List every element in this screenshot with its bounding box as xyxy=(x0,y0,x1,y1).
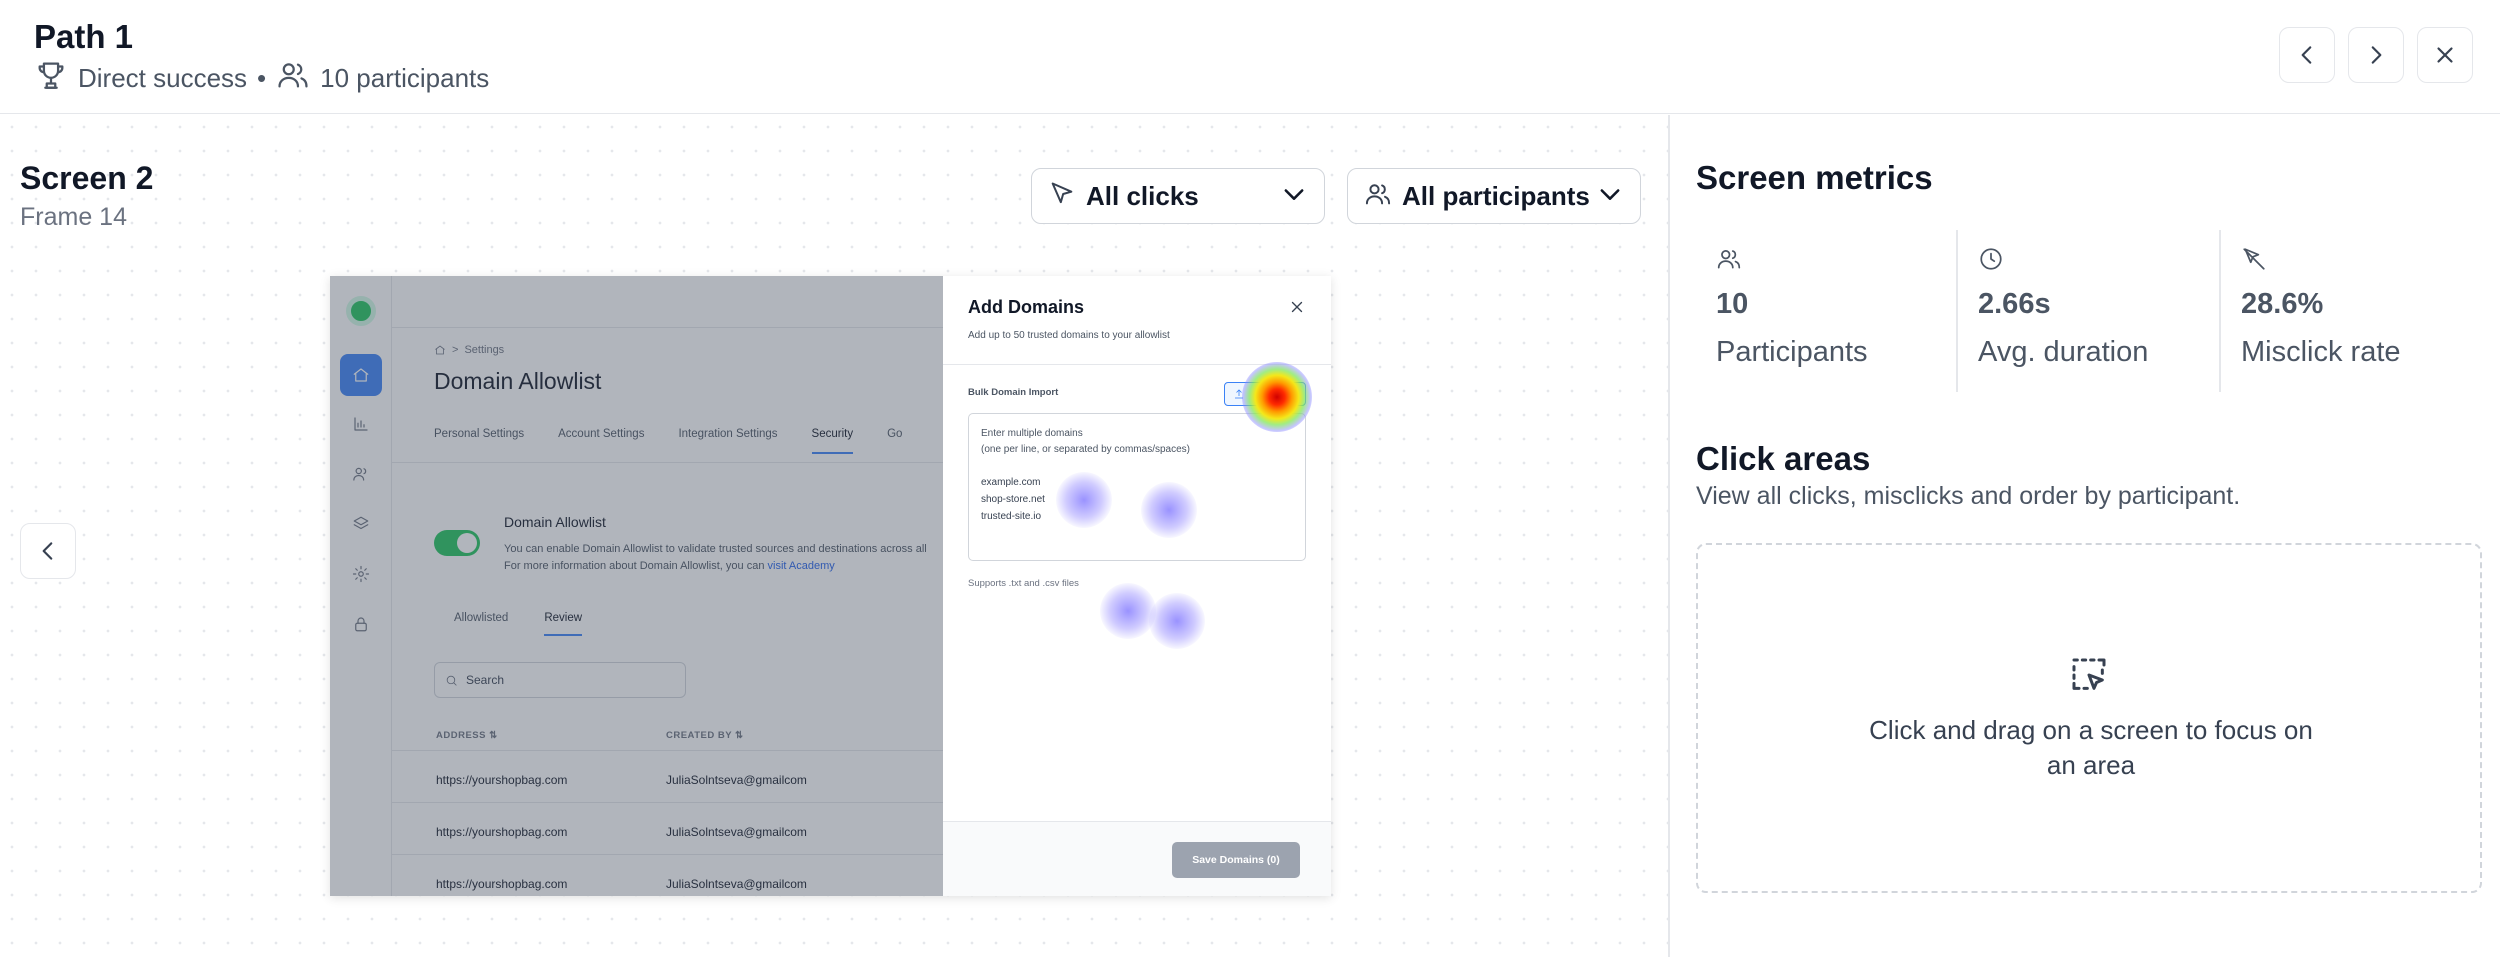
modal-divider xyxy=(943,364,1331,365)
dropzone-instructions: Click and drag on a screen to focus on a… xyxy=(1869,715,2313,780)
add-domains-modal: Add Domains Add up to 50 trusted domains… xyxy=(943,276,1331,896)
next-path-button[interactable] xyxy=(2348,27,2404,83)
metric-label: Participants xyxy=(1716,336,1868,368)
path-header: Path 1 Direct success • 10 participants xyxy=(0,0,2500,114)
chevron-left-icon xyxy=(42,542,53,560)
clicks-filter-dropdown[interactable]: All clicks xyxy=(1031,168,1325,224)
click-area-dropzone[interactable]: Click and drag on a screen to focus on a… xyxy=(1696,543,2482,893)
trophy-icon xyxy=(34,58,68,99)
example-domains: example.com shop-store.net trusted-site.… xyxy=(981,474,1293,525)
domains-textarea: Enter multiple domains (one per line, or… xyxy=(968,413,1306,561)
metric-label: Misclick rate xyxy=(2241,336,2401,368)
modal-subtitle: Add up to 50 trusted domains to your all… xyxy=(968,330,1170,341)
cursor-icon xyxy=(1048,180,1076,213)
path-participants: 10 participants xyxy=(320,63,490,93)
metric-label: Avg. duration xyxy=(1978,336,2149,368)
participants-filter-dropdown[interactable]: All participants xyxy=(1347,168,1641,224)
summary-separator: • xyxy=(257,63,267,93)
path-outcome: Direct success xyxy=(78,63,248,93)
save-domains-button: Save Domains (0) xyxy=(1172,842,1300,878)
participants-filter-label: All participants xyxy=(1402,180,1590,211)
chevron-down-icon xyxy=(1280,180,1308,213)
chevron-left-icon xyxy=(2301,46,2312,64)
example-domain: shop-store.net xyxy=(981,494,1045,505)
frame-label: Frame 14 xyxy=(20,203,127,231)
users-icon xyxy=(1717,250,1741,269)
screen-screenshot[interactable]: > Settings Domain Allowlist Personal Set… xyxy=(330,276,1331,896)
screen-canvas[interactable]: Screen 2 Frame 14 All clicks All partici… xyxy=(0,115,1668,957)
users-icon xyxy=(276,58,310,99)
previous-screen-button[interactable] xyxy=(20,523,76,579)
textarea-hint-detail: (one per line, or separated by commas/sp… xyxy=(981,444,1190,455)
path-summary: Direct success • 10 participants xyxy=(34,58,489,99)
click-areas-subtitle: View all clicks, misclicks and order by … xyxy=(1696,482,2241,510)
modal-title: Add Domains xyxy=(968,297,1085,317)
users-icon xyxy=(1364,180,1392,213)
close-button[interactable] xyxy=(2417,27,2473,83)
clock-icon xyxy=(1980,248,2002,270)
bulk-import-label: Bulk Domain Import xyxy=(968,387,1059,398)
example-domain: example.com xyxy=(981,477,1041,488)
chevron-right-icon xyxy=(2371,46,2382,64)
screen-metrics-title: Screen metrics xyxy=(1696,159,1933,196)
chevron-down-icon xyxy=(1596,180,1624,213)
metric-avg-duration: 2.66s Avg. duration xyxy=(1958,230,2218,392)
example-domain: trusted-site.io xyxy=(981,511,1042,522)
supported-files-note: Supports .txt and .csv files xyxy=(968,578,1079,589)
upload-file-button xyxy=(1224,382,1306,406)
select-area-icon xyxy=(2072,658,2106,690)
metric-misclick-rate: 28.6% Misclick rate xyxy=(2221,230,2481,392)
metric-value: 2.66s xyxy=(1978,288,2051,320)
close-icon xyxy=(1288,298,1306,316)
close-icon xyxy=(2437,47,2453,63)
modal-footer: Save Domains (0) xyxy=(943,821,1331,896)
screen-title: Screen 2 xyxy=(20,160,154,196)
metric-participants: 10 Participants xyxy=(1696,230,1956,392)
misclick-icon xyxy=(2243,248,2265,270)
path-title: Path 1 xyxy=(34,18,134,55)
clicks-filter-label: All clicks xyxy=(1086,180,1199,211)
panel-divider xyxy=(1668,115,1670,957)
previous-path-button[interactable] xyxy=(2279,27,2335,83)
metric-value: 10 xyxy=(1716,288,1749,320)
metric-value: 28.6% xyxy=(2241,288,2324,320)
textarea-hint: Enter multiple domains xyxy=(981,428,1083,439)
upload-icon xyxy=(1235,389,1243,399)
click-areas-title: Click areas xyxy=(1696,440,1871,477)
